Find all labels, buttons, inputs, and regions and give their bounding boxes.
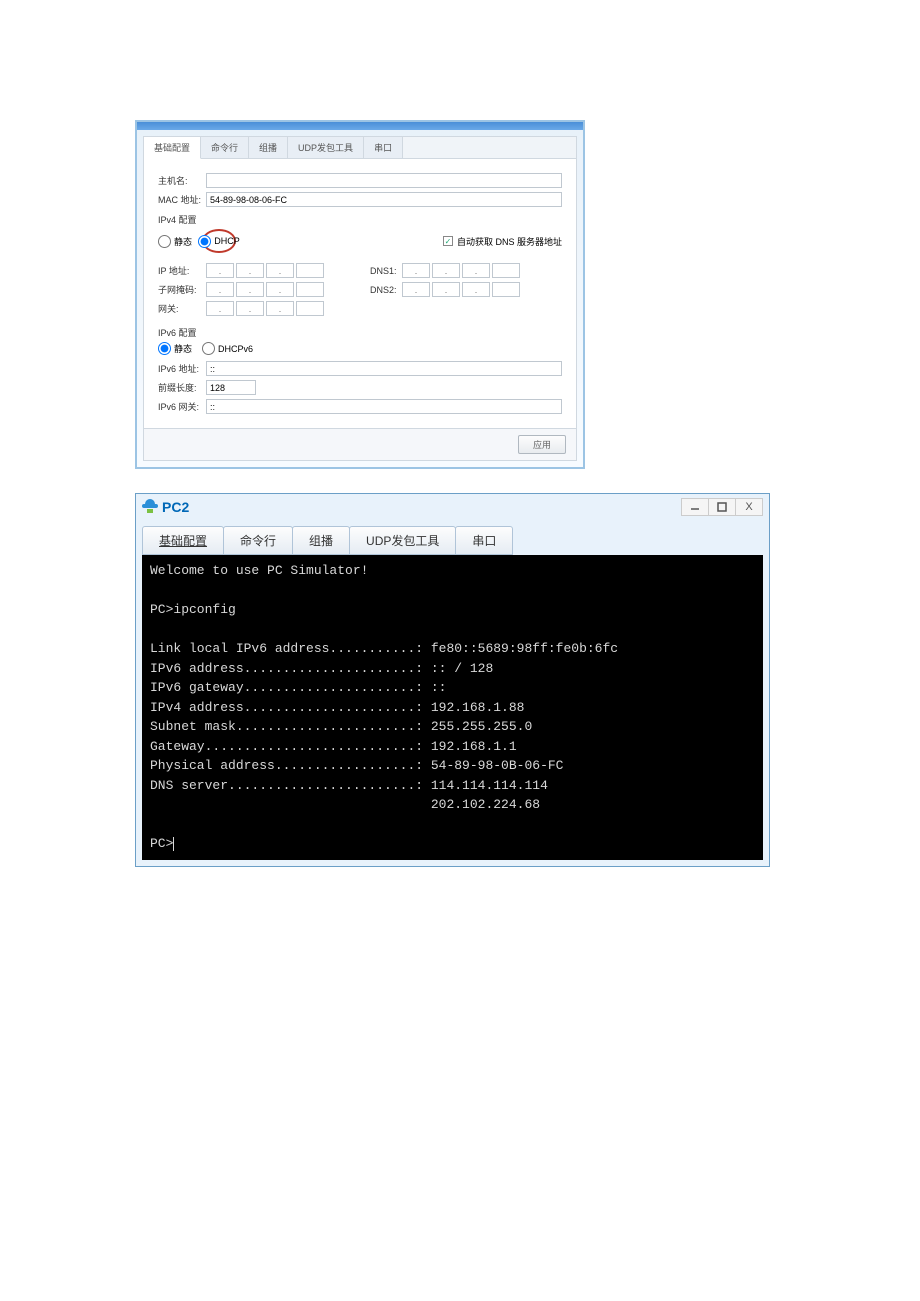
ip-label: IP 地址: xyxy=(158,264,206,277)
tab-udp-tool[interactable]: UDP发包工具 xyxy=(288,137,364,158)
ipv6-section-title: IPv6 配置 xyxy=(158,326,562,339)
dns1-octet-1[interactable] xyxy=(402,263,430,278)
check-icon: ✓ xyxy=(443,236,453,246)
ipv6-addr-label: IPv6 地址: xyxy=(158,362,206,375)
radio-dhcp-input[interactable] xyxy=(198,235,211,248)
mask-octet-3[interactable] xyxy=(266,282,294,297)
dhcp-label: DHCP xyxy=(214,236,240,246)
auto-dns-checkbox[interactable]: ✓ 自动获取 DNS 服务器地址 xyxy=(443,235,562,248)
tab-multicast[interactable]: 组播 xyxy=(249,137,288,158)
close-button[interactable]: X xyxy=(735,498,763,516)
minimize-icon xyxy=(690,502,700,512)
gw-octet-1[interactable] xyxy=(206,301,234,316)
radio-static6-input[interactable] xyxy=(158,342,171,355)
dns1-label: DNS1: xyxy=(370,266,402,276)
dhcp-circled: DHCP xyxy=(202,229,236,253)
gw-octet-2[interactable] xyxy=(236,301,264,316)
ipv6-gw-input[interactable] xyxy=(206,399,562,414)
tab-basic-config[interactable]: 基础配置 xyxy=(144,137,201,159)
dns2-label: DNS2: xyxy=(370,285,402,295)
dhcpv6-label: DHCPv6 xyxy=(218,344,253,354)
minimize-button[interactable] xyxy=(681,498,709,516)
dns1-octet-4[interactable] xyxy=(492,263,520,278)
win2-tabs: 基础配置 命令行 组播 UDP发包工具 串口 xyxy=(142,526,763,555)
win1-titlebar xyxy=(137,122,583,130)
mask-octet-2[interactable] xyxy=(236,282,264,297)
gw-octet-4[interactable] xyxy=(296,301,324,316)
tab2-cli[interactable]: 命令行 xyxy=(223,526,293,555)
radio-dhcpv6[interactable]: DHCPv6 xyxy=(202,342,253,355)
ipv4-section-title: IPv4 配置 xyxy=(158,213,562,226)
radio-static6[interactable]: 静态 xyxy=(158,342,192,355)
mask-label: 子网掩码: xyxy=(158,283,206,296)
ip-octet-1[interactable] xyxy=(206,263,234,278)
maximize-icon xyxy=(717,502,727,512)
radio-dhcp[interactable]: DHCP xyxy=(198,235,240,248)
hostname-input[interactable] xyxy=(206,173,562,188)
apply-button[interactable]: 应用 xyxy=(518,435,566,454)
ipv6-gw-label: IPv6 网关: xyxy=(158,400,206,413)
ip-octet-2[interactable] xyxy=(236,263,264,278)
dns2-octet-1[interactable] xyxy=(402,282,430,297)
radio-static-input[interactable] xyxy=(158,235,171,248)
window-title: PC2 xyxy=(162,499,189,515)
radio-static[interactable]: 静态 xyxy=(158,235,192,248)
tab2-udp-tool[interactable]: UDP发包工具 xyxy=(349,526,456,555)
app-icon xyxy=(142,499,158,515)
terminal-window: PC2 X 基础配置 命令行 组播 UDP发包工具 串口 xyxy=(135,493,770,867)
config-window: 基础配置 命令行 组播 UDP发包工具 串口 主机名: MAC 地址: IPv4… xyxy=(135,120,585,469)
tab-serial[interactable]: 串口 xyxy=(364,137,403,158)
tab-cli[interactable]: 命令行 xyxy=(201,137,249,158)
ip-octet-3[interactable] xyxy=(266,263,294,278)
ip-octet-4[interactable] xyxy=(296,263,324,278)
close-icon: X xyxy=(745,501,752,513)
mac-input[interactable] xyxy=(206,192,562,207)
win1-tabs: 基础配置 命令行 组播 UDP发包工具 串口 xyxy=(144,137,576,159)
terminal-cursor xyxy=(173,837,174,851)
mac-label: MAC 地址: xyxy=(158,193,206,206)
terminal-text: Welcome to use PC Simulator! PC>ipconfig… xyxy=(150,563,618,851)
dns1-octet-2[interactable] xyxy=(432,263,460,278)
dns1-octet-3[interactable] xyxy=(462,263,490,278)
gw-octet-3[interactable] xyxy=(266,301,294,316)
prefix-label: 前缀长度: xyxy=(158,381,206,394)
dns2-octet-4[interactable] xyxy=(492,282,520,297)
tab2-basic-config[interactable]: 基础配置 xyxy=(142,526,224,555)
win2-titlebar: PC2 X xyxy=(136,494,769,520)
gw-label: 网关: xyxy=(158,302,206,315)
prefix-input[interactable] xyxy=(206,380,256,395)
radio-dhcpv6-input[interactable] xyxy=(202,342,215,355)
hostname-label: 主机名: xyxy=(158,174,206,187)
static6-label: 静态 xyxy=(174,342,192,355)
maximize-button[interactable] xyxy=(708,498,736,516)
dns2-octet-2[interactable] xyxy=(432,282,460,297)
mask-octet-1[interactable] xyxy=(206,282,234,297)
terminal-output[interactable]: Welcome to use PC Simulator! PC>ipconfig… xyxy=(142,555,763,860)
ipv6-addr-input[interactable] xyxy=(206,361,562,376)
static-label: 静态 xyxy=(174,235,192,248)
mask-octet-4[interactable] xyxy=(296,282,324,297)
tab2-multicast[interactable]: 组播 xyxy=(292,526,350,555)
tab2-serial[interactable]: 串口 xyxy=(455,526,513,555)
auto-dns-label: 自动获取 DNS 服务器地址 xyxy=(457,235,562,248)
dns2-octet-3[interactable] xyxy=(462,282,490,297)
